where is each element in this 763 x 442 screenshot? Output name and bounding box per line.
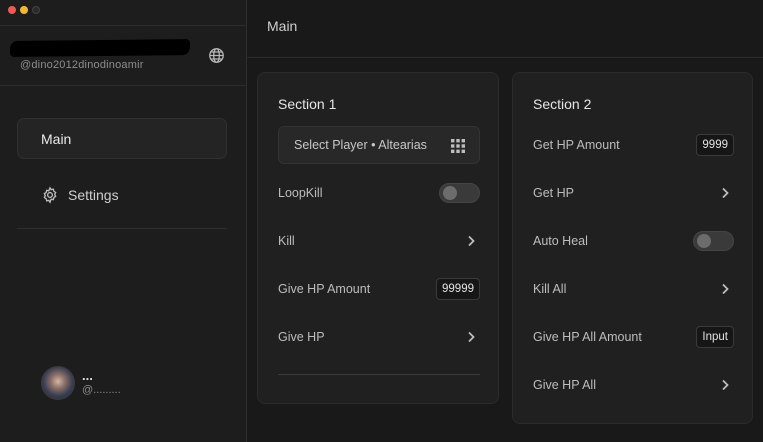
give-hp-all-row[interactable]: Give HP All [533, 373, 734, 397]
kill-all-row[interactable]: Kill All [533, 277, 734, 301]
auto-heal-row: Auto Heal [533, 229, 734, 253]
give-hp-amount-label: Give HP Amount [278, 282, 371, 296]
divider [0, 85, 246, 86]
get-hp-label: Get HP [533, 186, 574, 200]
nav-item-label: Main [41, 130, 72, 147]
gear-icon [43, 185, 57, 204]
chevron-right-icon [468, 235, 475, 247]
user-profile[interactable]: ... @......... [41, 366, 121, 400]
section-1-panel: Section 1 Select Player • Altearias Loop… [257, 72, 499, 404]
divider [247, 57, 763, 58]
loopkill-label: LoopKill [278, 186, 323, 200]
profile-name: ... [82, 368, 93, 383]
give-hp-all-amount-input[interactable]: Input [696, 326, 734, 348]
divider [17, 228, 227, 229]
give-hp-all-amount-label: Give HP All Amount [533, 330, 642, 344]
auto-heal-toggle[interactable] [693, 231, 734, 251]
get-hp-amount-label: Get HP Amount [533, 138, 620, 152]
nav-item-settings[interactable]: Settings [17, 174, 227, 215]
chevron-right-icon [468, 331, 475, 343]
give-hp-amount-row: Give HP Amount 99999 [278, 277, 480, 301]
chevron-right-icon [722, 379, 729, 391]
main-content: Main Section 1 Select Player • Altearias… [247, 0, 763, 442]
kill-row[interactable]: Kill [278, 229, 480, 253]
redacted-username [9, 39, 191, 57]
close-window-button[interactable] [8, 6, 16, 14]
section-title: Section 2 [533, 96, 592, 112]
loopkill-toggle[interactable] [439, 183, 480, 203]
chevron-right-icon [722, 283, 729, 295]
chevron-right-icon [722, 187, 729, 199]
give-hp-row[interactable]: Give HP [278, 325, 480, 349]
get-hp-amount-input[interactable]: 9999 [696, 134, 734, 156]
sidebar: @dino2012dinodinoamir Main Settings ... … [0, 0, 247, 442]
section-2-panel: Section 2 Get HP Amount 9999 Get HP Auto… [512, 72, 753, 424]
divider [278, 374, 480, 375]
give-hp-label: Give HP [278, 330, 325, 344]
nav-item-main[interactable]: Main [17, 118, 227, 159]
loopkill-row: LoopKill [278, 181, 480, 205]
get-hp-row[interactable]: Get HP [533, 181, 734, 205]
auto-heal-label: Auto Heal [533, 234, 588, 248]
get-hp-amount-row: Get HP Amount 9999 [533, 133, 734, 157]
section-title: Section 1 [278, 96, 337, 112]
maximize-window-button[interactable] [32, 6, 40, 14]
select-label: Select Player • Altearias [294, 138, 427, 152]
give-hp-amount-input[interactable]: 99999 [436, 278, 480, 300]
give-hp-all-label: Give HP All [533, 378, 596, 392]
grid-icon [451, 139, 465, 153]
window-controls [8, 6, 40, 14]
nav-item-label: Settings [68, 186, 119, 203]
kill-all-label: Kill All [533, 282, 567, 296]
profile-handle: @......... [82, 384, 121, 396]
give-hp-all-amount-row: Give HP All Amount Input [533, 325, 734, 349]
avatar [41, 366, 75, 400]
divider [0, 25, 246, 26]
page-title: Main [267, 18, 298, 34]
player-select-dropdown[interactable]: Select Player • Altearias [278, 126, 480, 164]
kill-label: Kill [278, 234, 295, 248]
user-handle: @dino2012dinodinoamir [20, 59, 144, 71]
globe-icon[interactable] [208, 47, 225, 64]
minimize-window-button[interactable] [20, 6, 28, 14]
